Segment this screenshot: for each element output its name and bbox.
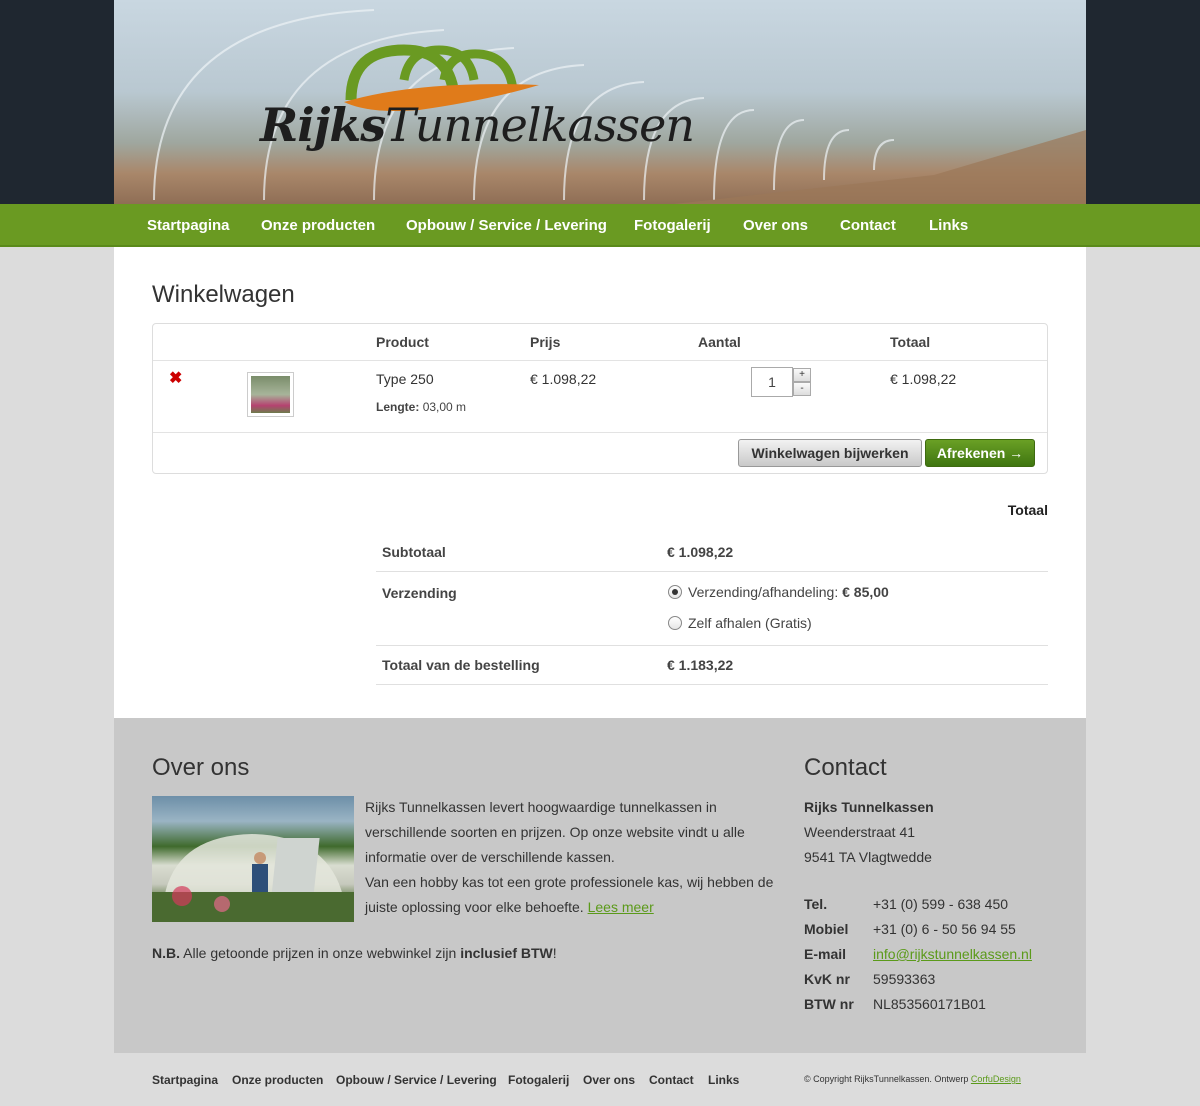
mobile-value: +31 (0) 6 - 50 56 94 55	[873, 921, 1016, 937]
tel-value: +31 (0) 599 - 638 450	[873, 896, 1009, 912]
footer: Over ons Rijks Tunnelkassen levert hoogw…	[114, 718, 1086, 1053]
product-name[interactable]: Type 250	[376, 371, 434, 387]
designer-link[interactable]: CorfuDesign	[971, 1074, 1021, 1084]
copyright: © Copyright RijksTunnelkassen. Ontwerp C…	[804, 1074, 1021, 1084]
shipping-option-delivery[interactable]: Verzending/afhandeling: € 85,00	[668, 584, 889, 600]
update-cart-button[interactable]: Winkelwagen bijwerken	[738, 439, 922, 467]
nav-item-fotogalerij[interactable]: Fotogalerij	[634, 217, 711, 234]
bottom-nav-startpagina[interactable]: Startpagina	[152, 1073, 218, 1087]
order-total-label: Totaal van de bestelling	[382, 657, 540, 673]
divider	[376, 684, 1048, 685]
totals-heading: Totaal	[1007, 502, 1048, 518]
about-photo	[152, 796, 354, 922]
cart-totals: Subtotaal € 1.098,22 Verzending Verzendi…	[376, 531, 1048, 685]
btw-label: BTW nr	[804, 996, 854, 1012]
kvk-label: KvK nr	[804, 971, 850, 987]
contact-title: Contact	[804, 754, 887, 781]
nav-item-contact[interactable]: Contact	[840, 217, 896, 234]
email-label: E-mail	[804, 946, 847, 962]
subtotal-label: Subtotaal	[382, 544, 446, 560]
bottom-nav-over-ons[interactable]: Over ons	[583, 1073, 635, 1087]
nav-item-over-ons[interactable]: Over ons	[743, 217, 808, 234]
about-text: Rijks Tunnelkassen levert hoogwaardige t…	[365, 799, 774, 915]
bottom-nav-opbouw[interactable]: Opbouw / Service / Levering	[336, 1073, 497, 1087]
increment-button[interactable]: +	[793, 368, 811, 382]
nav-item-onze-producten[interactable]: Onze producten	[261, 217, 375, 234]
page-title: Winkelwagen	[152, 281, 295, 308]
bottom-nav-onze-producten[interactable]: Onze producten	[232, 1073, 323, 1087]
btw-value: NL853560171B01	[873, 996, 986, 1012]
mobile-label: Mobiel	[804, 921, 849, 937]
header-banner: RijksTunnelkassen	[114, 0, 1086, 204]
checkout-button[interactable]: Afrekenen →	[925, 439, 1035, 467]
quantity-stepper: + -	[751, 367, 813, 397]
shipping-option-pickup[interactable]: Zelf afhalen (Gratis)	[668, 615, 812, 631]
email-link[interactable]: info@rijkstunnelkassen.nl	[873, 946, 1032, 962]
order-total-value: € 1.183,22	[667, 657, 734, 673]
shipping-label: Verzending	[382, 585, 457, 601]
vat-note: N.B. Alle getoonde prijzen in onze webwi…	[152, 945, 557, 961]
item-total: € 1.098,22	[890, 371, 957, 387]
divider	[376, 571, 1048, 572]
city: 9541 TA Vlagtwedde	[804, 849, 932, 865]
column-header-price: Prijs	[530, 334, 561, 350]
cart-table: Product Prijs Aantal Totaal ✖ Type 250 L…	[152, 323, 1048, 474]
remove-item-icon[interactable]: ✖	[169, 368, 182, 388]
read-more-link[interactable]: Lees meer	[588, 899, 654, 915]
product-meta: Lengte: 03,00 m	[376, 400, 467, 414]
main-content: Winkelwagen Product Prijs Aantal Totaal …	[114, 247, 1086, 718]
street: Weenderstraat 41	[804, 824, 916, 840]
radio-unchecked-icon[interactable]	[668, 616, 682, 630]
main-nav: Startpagina Onze producten Opbouw / Serv…	[0, 204, 1200, 247]
company-name: Rijks Tunnelkassen	[804, 799, 934, 815]
item-price: € 1.098,22	[530, 371, 597, 387]
quantity-input[interactable]	[751, 367, 793, 397]
bottom-nav-contact[interactable]: Contact	[649, 1073, 694, 1087]
divider	[376, 645, 1048, 646]
nav-item-startpagina[interactable]: Startpagina	[147, 217, 230, 234]
divider	[153, 360, 1047, 361]
column-header-product: Product	[376, 334, 429, 350]
tel-label: Tel.	[804, 896, 828, 912]
nav-item-links[interactable]: Links	[929, 217, 968, 234]
logo-text[interactable]: RijksTunnelkassen	[260, 98, 695, 152]
bottom-nav-links[interactable]: Links	[708, 1073, 739, 1087]
divider	[153, 432, 1047, 433]
about-title: Over ons	[152, 754, 250, 781]
nav-item-opbouw[interactable]: Opbouw / Service / Levering	[406, 217, 607, 234]
column-header-total: Totaal	[890, 334, 931, 350]
decrement-button[interactable]: -	[793, 382, 811, 396]
kvk-value: 59593363	[873, 971, 936, 987]
subtotal-value: € 1.098,22	[667, 544, 734, 560]
bottom-nav-fotogalerij[interactable]: Fotogalerij	[508, 1073, 569, 1087]
column-header-quantity: Aantal	[698, 334, 741, 350]
radio-checked-icon[interactable]	[668, 585, 682, 599]
product-thumbnail[interactable]	[247, 372, 294, 417]
